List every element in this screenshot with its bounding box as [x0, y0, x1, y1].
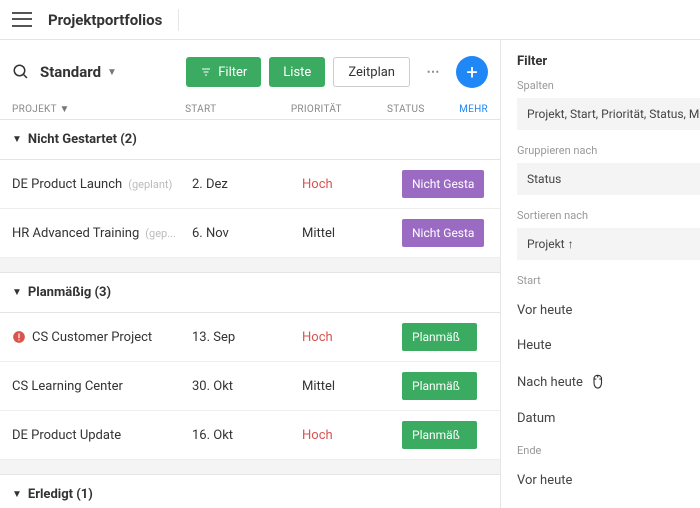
- table-row[interactable]: DE Product Update 16. Okt Hoch Planmäß: [0, 411, 500, 460]
- cursor-icon: [591, 373, 609, 391]
- table-row[interactable]: HR Advanced Training (gep... 6. Nov Mitt…: [0, 209, 500, 258]
- col-mehr[interactable]: Mehr: [459, 104, 488, 115]
- table-row[interactable]: DE Product Launch (geplant) 2. Dez Hoch …: [0, 160, 500, 209]
- spalten-select[interactable]: Projekt, Start, Priorität, Status, Ma: [517, 98, 700, 130]
- caret-down-icon: ▼: [12, 287, 22, 298]
- col-prio[interactable]: Priorität: [291, 104, 387, 115]
- start-option-heute[interactable]: Heute: [517, 328, 700, 363]
- add-button[interactable]: +: [456, 56, 488, 88]
- group-label: Nicht Gestartet (2): [28, 132, 137, 147]
- filter-title: Filter: [517, 54, 700, 69]
- project-name: CS Learning Center: [12, 379, 123, 394]
- gruppieren-select[interactable]: Status: [517, 163, 700, 195]
- view-selector[interactable]: Standard ▼: [40, 63, 117, 81]
- more-menu[interactable]: ⋯: [418, 57, 448, 87]
- caret-down-icon: ▼: [12, 489, 22, 500]
- project-name: HR Advanced Training: [12, 226, 139, 241]
- project-note: (gep...: [145, 227, 176, 240]
- start-date: 2. Dez: [192, 177, 302, 192]
- project-name: CS Customer Project: [32, 330, 152, 345]
- start-filter-label: Start: [517, 274, 700, 287]
- caret-down-icon: ▼: [12, 134, 22, 145]
- divider: [178, 9, 179, 31]
- priority: Hoch: [302, 330, 402, 345]
- start-option-vor-heute[interactable]: Vor heute: [517, 293, 700, 328]
- group-label: Planmäßig (3): [28, 285, 111, 300]
- search-icon[interactable]: [12, 63, 30, 81]
- table-header: Projekt ▼ Start Priorität Status Mehr: [0, 100, 500, 119]
- start-date: 13. Sep: [192, 330, 302, 345]
- group-label: Erledigt (1): [28, 487, 93, 502]
- option-label: Nach heute: [517, 375, 583, 390]
- filter-button[interactable]: Filter: [186, 57, 261, 87]
- priority: Mittel: [302, 226, 402, 241]
- sortieren-select[interactable]: Projekt ↑: [517, 228, 700, 260]
- group-header[interactable]: ▼ Nicht Gestartet (2): [0, 119, 500, 160]
- status-badge: Planmäß: [402, 323, 477, 351]
- group-header[interactable]: ▼ Planmäßig (3): [0, 272, 500, 313]
- ende-option-vor-heute[interactable]: Vor heute: [517, 463, 700, 498]
- project-note: (geplant): [128, 178, 172, 191]
- chevron-down-icon: ▼: [107, 67, 117, 78]
- schedule-button-label: Zeitplan: [348, 65, 395, 80]
- hamburger-icon[interactable]: [12, 10, 32, 30]
- spalten-label: Spalten: [517, 79, 700, 92]
- view-name-label: Standard: [40, 63, 101, 81]
- table-row[interactable]: CS Learning Center 30. Okt Mittel Planmä…: [0, 362, 500, 411]
- list-button-label: Liste: [283, 65, 311, 80]
- filter-icon: [200, 66, 212, 78]
- status-badge: Nicht Gesta: [402, 170, 484, 198]
- col-projekt[interactable]: Projekt ▼: [12, 104, 185, 115]
- page-title: Projektportfolios: [48, 11, 162, 29]
- start-date: 16. Okt: [192, 428, 302, 443]
- status-badge: Planmäß: [402, 421, 477, 449]
- group-header[interactable]: ▼ Erledigt (1): [0, 474, 500, 508]
- filter-button-label: Filter: [218, 65, 247, 80]
- chevron-down-icon: ▼: [59, 104, 69, 115]
- project-name: DE Product Launch: [12, 177, 122, 192]
- project-name: DE Product Update: [12, 428, 121, 443]
- start-option-nach-heute[interactable]: Nach heute: [517, 363, 700, 401]
- status-badge: Planmäß: [402, 372, 477, 400]
- filter-panel: Filter Spalten Projekt, Start, Priorität…: [500, 40, 700, 508]
- priority: Hoch: [302, 177, 402, 192]
- priority: Mittel: [302, 379, 402, 394]
- col-start[interactable]: Start: [185, 104, 291, 115]
- ende-filter-label: Ende: [517, 444, 700, 457]
- start-date: 30. Okt: [192, 379, 302, 394]
- priority: Hoch: [302, 428, 402, 443]
- schedule-button[interactable]: Zeitplan: [333, 57, 410, 87]
- alert-icon: [12, 330, 26, 344]
- start-option-datum[interactable]: Datum: [517, 401, 700, 436]
- sortieren-label: Sortieren nach: [517, 209, 700, 222]
- table-row[interactable]: CS Customer Project 13. Sep Hoch Planmäß: [0, 313, 500, 362]
- start-date: 6. Nov: [192, 226, 302, 241]
- gruppieren-label: Gruppieren nach: [517, 144, 700, 157]
- list-button[interactable]: Liste: [269, 57, 325, 87]
- status-badge: Nicht Gesta: [402, 219, 484, 247]
- col-status[interactable]: Status: [387, 104, 459, 115]
